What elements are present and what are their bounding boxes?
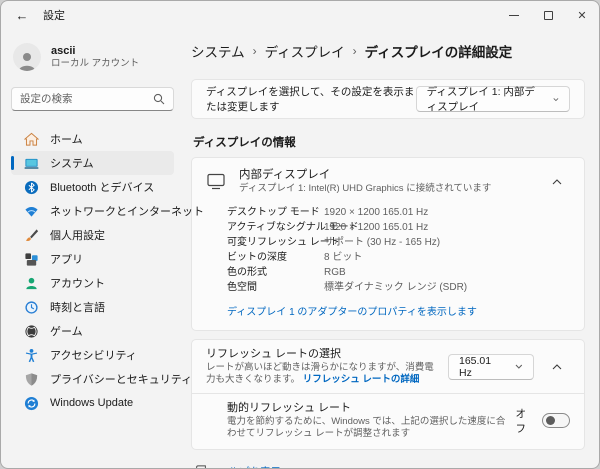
bluetooth-icon [23, 179, 39, 195]
refresh-rate-card: リフレッシュ レートの選択 レートが高いほど動きは滑らかになりますが、消費電力も… [191, 339, 585, 450]
sidebar-item-system[interactable]: システム [11, 151, 174, 175]
chevron-up-icon [552, 179, 562, 185]
get-help-link-row[interactable]: ? ヘルプを表示 [191, 464, 585, 469]
avatar [13, 43, 41, 71]
display-specs: デスクトップ モード 1920 × 1200 165.01 Hz アクティブなシ… [192, 203, 584, 295]
window-controls: ✕ [497, 1, 599, 29]
search-box[interactable] [11, 87, 174, 111]
app-title: 設定 [43, 7, 65, 23]
privacy-icon [23, 371, 39, 387]
adapter-properties-link[interactable]: ディスプレイ 1 のアダプターのプロパティを表示します [227, 303, 477, 318]
dynamic-refresh-title: 動的リフレッシュ レート [227, 401, 506, 415]
chevron-up-icon [552, 364, 562, 370]
monitor-icon [206, 173, 226, 190]
refresh-rate-title: リフレッシュ レートの選択 [206, 347, 438, 361]
spec-row-vrr: 可変リフレッシュ レート サポート (30 Hz - 165 Hz) [227, 235, 570, 250]
help-icon: ? [193, 464, 208, 469]
sidebar-item-network[interactable]: ネットワークとインターネット [11, 199, 174, 223]
dynamic-refresh-toggle[interactable] [542, 413, 570, 428]
search-icon [153, 93, 165, 105]
chevron-down-icon [515, 364, 523, 369]
maximize-button[interactable] [531, 1, 565, 29]
titlebar: ← 設定 ✕ [1, 1, 599, 29]
settings-window: ← 設定 ✕ ascii ローカル アカウント [0, 0, 600, 469]
sidebar-item-personalization[interactable]: 個人用設定 [11, 223, 174, 247]
refresh-rate-row: リフレッシュ レートの選択 レートが高いほど動きは滑らかになりますが、消費電力も… [192, 340, 584, 393]
system-icon [23, 155, 39, 171]
spec-row-bit-depth: ビットの深度 8 ビット [227, 250, 570, 265]
close-icon: ✕ [577, 9, 586, 22]
spec-row-color-space: 色空間 標準ダイナミック レンジ (SDR) [227, 280, 570, 295]
home-icon [23, 131, 39, 147]
sidebar-item-accessibility[interactable]: アクセシビリティ [11, 343, 174, 367]
display-adapter-subtitle: ディスプレイ 1: Intel(R) UHD Graphics に接続されていま… [239, 183, 531, 195]
minimize-icon [509, 15, 519, 16]
sidebar-item-gaming[interactable]: ゲーム [11, 319, 174, 343]
back-arrow-icon: ← [16, 8, 29, 23]
sidebar: ascii ローカル アカウント ホーム システム [1, 29, 184, 468]
sidebar-item-accounts[interactable]: アカウント [11, 271, 174, 295]
sidebar-item-bluetooth[interactable]: Bluetooth とデバイス [11, 175, 174, 199]
spec-row-desktop-mode: デスクトップ モード 1920 × 1200 165.01 Hz [227, 205, 570, 220]
collapse-button[interactable] [544, 356, 570, 378]
user-name: ascii [51, 45, 139, 58]
windows-update-icon [23, 395, 39, 411]
sidebar-nav: ホーム システム Bluetooth とデバイス ネットワークとインターネット … [11, 127, 174, 415]
refresh-rate-details-link[interactable]: リフレッシュ レートの詳細 [303, 374, 420, 385]
dynamic-refresh-rate-row: 動的リフレッシュ レート 電力を節約するために、Windows では、上記の選択… [192, 394, 584, 449]
display-name: 内部ディスプレイ [239, 168, 531, 182]
time-language-icon [23, 299, 39, 315]
user-account-type: ローカル アカウント [51, 58, 139, 70]
get-help-link[interactable]: ヘルプを表示 [218, 464, 281, 469]
back-button[interactable]: ← [7, 3, 37, 27]
collapse-button[interactable] [544, 171, 570, 193]
search-input[interactable] [20, 93, 153, 105]
page-title: ディスプレイの詳細設定 [365, 41, 513, 61]
dynamic-refresh-description: 電力を節約するために、Windows では、上記の選択した速度に合わせてリフレッ… [227, 416, 506, 440]
refresh-rate-dropdown[interactable]: 165.01 Hz [448, 354, 534, 380]
sidebar-item-home[interactable]: ホーム [11, 127, 174, 151]
personalization-icon [23, 227, 39, 243]
display-select-label: ディスプレイを選択して、その設定を表示または変更します [206, 84, 416, 114]
breadcrumb-separator: › [253, 44, 257, 58]
person-icon [16, 49, 38, 71]
minimize-button[interactable] [497, 1, 531, 29]
spec-row-color-format: 色の形式 RGB [227, 265, 570, 280]
display-info-card: 内部ディスプレイ ディスプレイ 1: Intel(R) UHD Graphics… [191, 157, 585, 331]
apps-icon [23, 251, 39, 267]
sidebar-item-windows-update[interactable]: Windows Update [11, 391, 174, 415]
section-heading: ディスプレイの情報 [193, 134, 585, 150]
user-account[interactable]: ascii ローカル アカウント [11, 35, 174, 79]
maximize-icon [544, 11, 553, 20]
display-select-dropdown[interactable]: ディスプレイ 1: 内部ディスプレイ [416, 86, 570, 112]
toggle-state-label: オフ [516, 406, 533, 436]
footer-links: ? ヘルプを表示 フィードバックの送信 [191, 464, 585, 469]
breadcrumb-separator: › [353, 44, 357, 58]
sidebar-item-privacy[interactable]: プライバシーとセキュリティ [11, 367, 174, 391]
gaming-icon [23, 323, 39, 339]
main-content: システム › ディスプレイ › ディスプレイの詳細設定 ディスプレイを選択して、… [184, 29, 599, 468]
accessibility-icon [23, 347, 39, 363]
toggle-knob [546, 416, 555, 425]
display-select-card: ディスプレイを選択して、その設定を表示または変更します ディスプレイ 1: 内部… [191, 79, 585, 119]
accounts-icon [23, 275, 39, 291]
spec-row-signal-mode: アクティブなシグナル モード 1920 × 1200 165.01 Hz [227, 220, 570, 235]
sidebar-item-time-language[interactable]: 時刻と言語 [11, 295, 174, 319]
breadcrumb-system[interactable]: システム [191, 41, 245, 61]
breadcrumb-display[interactable]: ディスプレイ [265, 41, 345, 61]
display-info-header[interactable]: 内部ディスプレイ ディスプレイ 1: Intel(R) UHD Graphics… [192, 158, 584, 203]
refresh-rate-description: レートが高いほど動きは滑らかになりますが、消費電力も大きくなります。 リフレッシ… [206, 362, 438, 386]
network-icon [23, 203, 39, 219]
close-button[interactable]: ✕ [565, 1, 599, 29]
chevron-down-icon [553, 97, 559, 102]
sidebar-item-apps[interactable]: アプリ [11, 247, 174, 271]
breadcrumb: システム › ディスプレイ › ディスプレイの詳細設定 [191, 41, 585, 61]
